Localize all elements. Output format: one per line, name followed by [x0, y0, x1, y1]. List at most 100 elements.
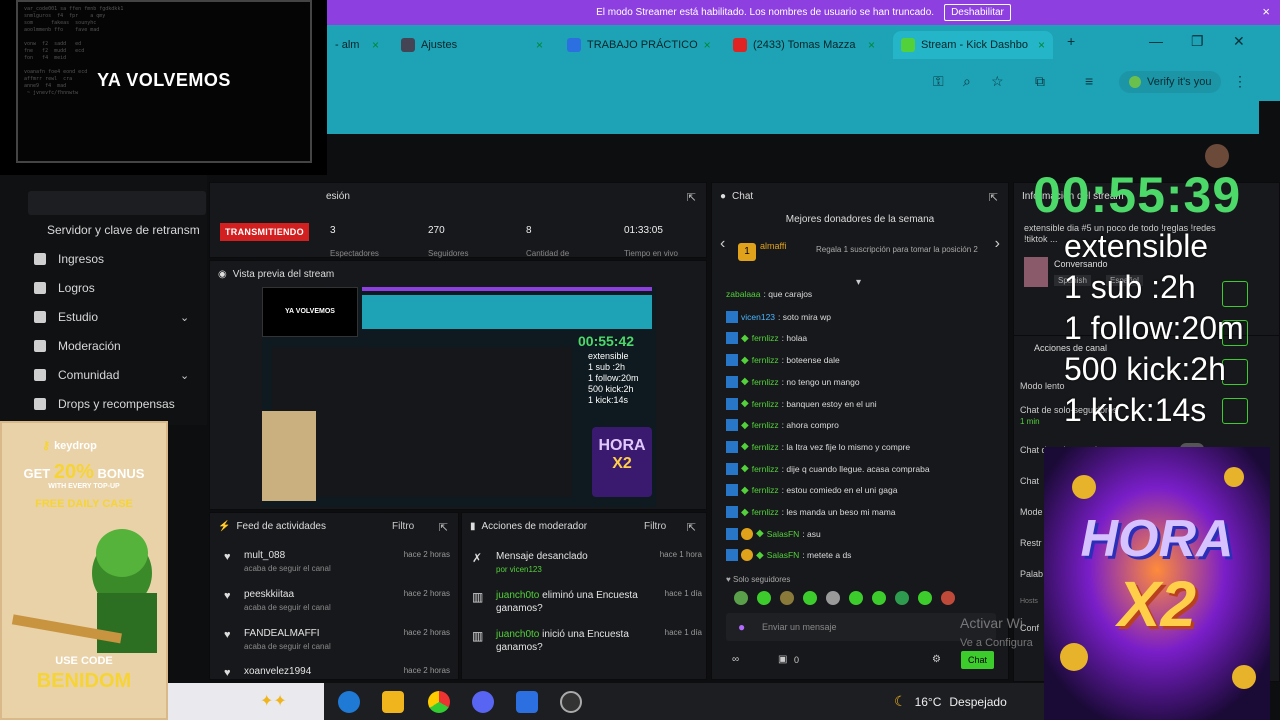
- chat-text: : soto mira wp: [778, 311, 831, 322]
- emote-icon[interactable]: [895, 591, 909, 605]
- collapse-icon[interactable]: ▾: [856, 277, 861, 288]
- chevron-left-icon[interactable]: ‹: [720, 235, 725, 253]
- chat-username[interactable]: fernlizz: [752, 399, 779, 409]
- feed-username[interactable]: mult_088: [244, 550, 285, 561]
- mod-actor[interactable]: juanch0to: [496, 629, 539, 640]
- ad-get: GET: [23, 466, 51, 481]
- bolt-icon: ⚡: [218, 521, 231, 532]
- chat-send-button[interactable]: Chat: [960, 651, 994, 669]
- chat-username[interactable]: fernlizz: [752, 377, 779, 387]
- mod-actor[interactable]: por vicen123: [496, 565, 542, 574]
- activity-feed-panel: ⚡ Feed de actividades Filtro ⇱ ♥ mult_08…: [209, 512, 459, 680]
- key-icon[interactable]: ⚿: [933, 73, 944, 90]
- new-tab-button[interactable]: +: [1067, 33, 1075, 49]
- chrome-icon[interactable]: [428, 691, 450, 713]
- docs-icon: [567, 38, 581, 52]
- sidebar-item-drops[interactable]: Drops y recompensas: [34, 397, 175, 411]
- qr-button[interactable]: [1222, 281, 1248, 307]
- star-icon[interactable]: ☆: [991, 73, 1004, 90]
- emote-icon[interactable]: [918, 591, 932, 605]
- emote-icon[interactable]: [941, 591, 955, 605]
- sidebar-item-estudio[interactable]: Estudio ⌄: [34, 310, 189, 324]
- emote-icon[interactable]: [872, 591, 886, 605]
- chat-username[interactable]: fernlizz: [752, 355, 779, 365]
- expand-icon[interactable]: ⇱: [687, 191, 696, 204]
- emote-icon[interactable]: [803, 591, 817, 605]
- minimize-button[interactable]: —: [1149, 33, 1163, 49]
- sidebar-item-comunidad[interactable]: Comunidad ⌄: [34, 368, 189, 382]
- expand-icon[interactable]: ⇱: [989, 191, 998, 204]
- emote-icon[interactable]: [757, 591, 771, 605]
- chevron-down-icon[interactable]: ⌄: [180, 369, 189, 382]
- tab-0[interactable]: - alm ×: [327, 31, 387, 59]
- donor-name[interactable]: almaffi: [760, 241, 786, 251]
- shield-icon: ▮: [470, 521, 476, 532]
- mod-actor[interactable]: juanch0to: [496, 590, 539, 601]
- emote-icon[interactable]: [849, 591, 863, 605]
- expand-icon[interactable]: ⇱: [687, 521, 696, 534]
- chevron-right-icon[interactable]: ›: [995, 235, 1000, 253]
- gear-icon[interactable]: ⚙: [932, 654, 941, 665]
- tab-close-icon[interactable]: ×: [536, 38, 543, 52]
- avatar[interactable]: [1205, 144, 1229, 168]
- chat-username[interactable]: fernlizz: [752, 333, 779, 343]
- banner-close-icon[interactable]: ×: [1262, 4, 1270, 19]
- sidebar-active-item[interactable]: [28, 191, 206, 215]
- tab-trabajo[interactable]: TRABAJO PRÁCTICO ×: [559, 31, 717, 59]
- file-explorer-icon[interactable]: [382, 691, 404, 713]
- tab-close-icon[interactable]: ×: [704, 38, 711, 52]
- extensions-icon[interactable]: ⧉: [1035, 73, 1045, 90]
- chat-username[interactable]: vicen123: [741, 312, 775, 322]
- edge-icon[interactable]: [338, 691, 360, 713]
- mod-row-text: juanch0to inició una Encuesta ganamos?: [496, 628, 656, 654]
- chat-input[interactable]: ● Enviar un mensaje: [726, 613, 996, 641]
- chat-username[interactable]: fernlizz: [752, 507, 779, 517]
- sidebar-item-server[interactable]: Servidor y clave de retransm: [47, 223, 200, 237]
- chat-username[interactable]: fernlizz: [752, 420, 779, 430]
- feed-username[interactable]: FANDEALMAFFI: [244, 628, 320, 639]
- emote-icon[interactable]: [826, 591, 840, 605]
- action-button[interactable]: [1222, 398, 1248, 424]
- keydrop-ad[interactable]: ⚷ keydrop GET 20% BONUS WITH EVERY TOP-U…: [0, 421, 168, 720]
- menu-icon[interactable]: ⋮: [1233, 73, 1247, 90]
- discord-icon[interactable]: [472, 691, 494, 713]
- settings-dots-icon[interactable]: ∞: [732, 654, 739, 665]
- sidebar-item-moderacion[interactable]: Moderación: [34, 339, 121, 353]
- disable-streamer-button[interactable]: Deshabilitar: [944, 4, 1011, 21]
- feed-username[interactable]: xoanvelez1994: [244, 666, 311, 677]
- sidebar-item-ingresos[interactable]: Ingresos: [34, 252, 104, 266]
- feed-username[interactable]: peeskkiitaa: [244, 589, 294, 600]
- emote-icon[interactable]: [780, 591, 794, 605]
- stream-preview-image[interactable]: YA VOLVEMOS 00:55:42 extensible 1 sub :2…: [262, 287, 656, 507]
- shield-icon[interactable]: [516, 691, 538, 713]
- verify-button[interactable]: Verify it's you: [1119, 71, 1222, 93]
- mic-icon[interactable]: ●: [738, 620, 745, 634]
- feed-filter-button[interactable]: Filtro: [392, 521, 414, 532]
- gift-icon[interactable]: ▣: [778, 654, 787, 665]
- tab-close-icon[interactable]: ×: [868, 38, 875, 52]
- tab-kick-dashboard[interactable]: Stream - Kick Dashbo ×: [893, 31, 1053, 59]
- chevron-down-icon[interactable]: ⌄: [180, 311, 189, 324]
- sidebar-item-logros[interactable]: Logros: [34, 281, 95, 295]
- emote-icon[interactable]: [734, 591, 748, 605]
- expand-icon[interactable]: ⇱: [439, 521, 448, 534]
- weather-widget[interactable]: ☾ 16°C Despejado: [894, 693, 1007, 710]
- mod-filter-button[interactable]: Filtro: [644, 521, 666, 532]
- maximize-button[interactable]: ❐: [1191, 33, 1204, 50]
- tab-close-icon[interactable]: ×: [372, 38, 379, 52]
- preview-dashboard: [272, 347, 572, 497]
- chat-username[interactable]: SalasFN: [767, 550, 800, 560]
- chat-username[interactable]: fernlizz: [752, 442, 779, 452]
- close-window-button[interactable]: ✕: [1233, 33, 1245, 50]
- chat-username[interactable]: fernlizz: [752, 485, 779, 495]
- media-icon[interactable]: ≡: [1085, 73, 1093, 89]
- tab-close-icon[interactable]: ×: [1038, 38, 1045, 52]
- tab-youtube[interactable]: (2433) Tomas Mazza ×: [725, 31, 883, 59]
- zoom-icon[interactable]: ⌕: [963, 73, 971, 90]
- obs-icon[interactable]: [560, 691, 582, 713]
- tab-ajustes[interactable]: Ajustes ×: [393, 31, 551, 59]
- chat-username[interactable]: zabalaaa: [726, 289, 761, 299]
- chat-username[interactable]: SalasFN: [767, 529, 800, 539]
- taskbar-search[interactable]: ✦✦: [168, 683, 324, 720]
- chat-username[interactable]: fernlizz: [752, 464, 779, 474]
